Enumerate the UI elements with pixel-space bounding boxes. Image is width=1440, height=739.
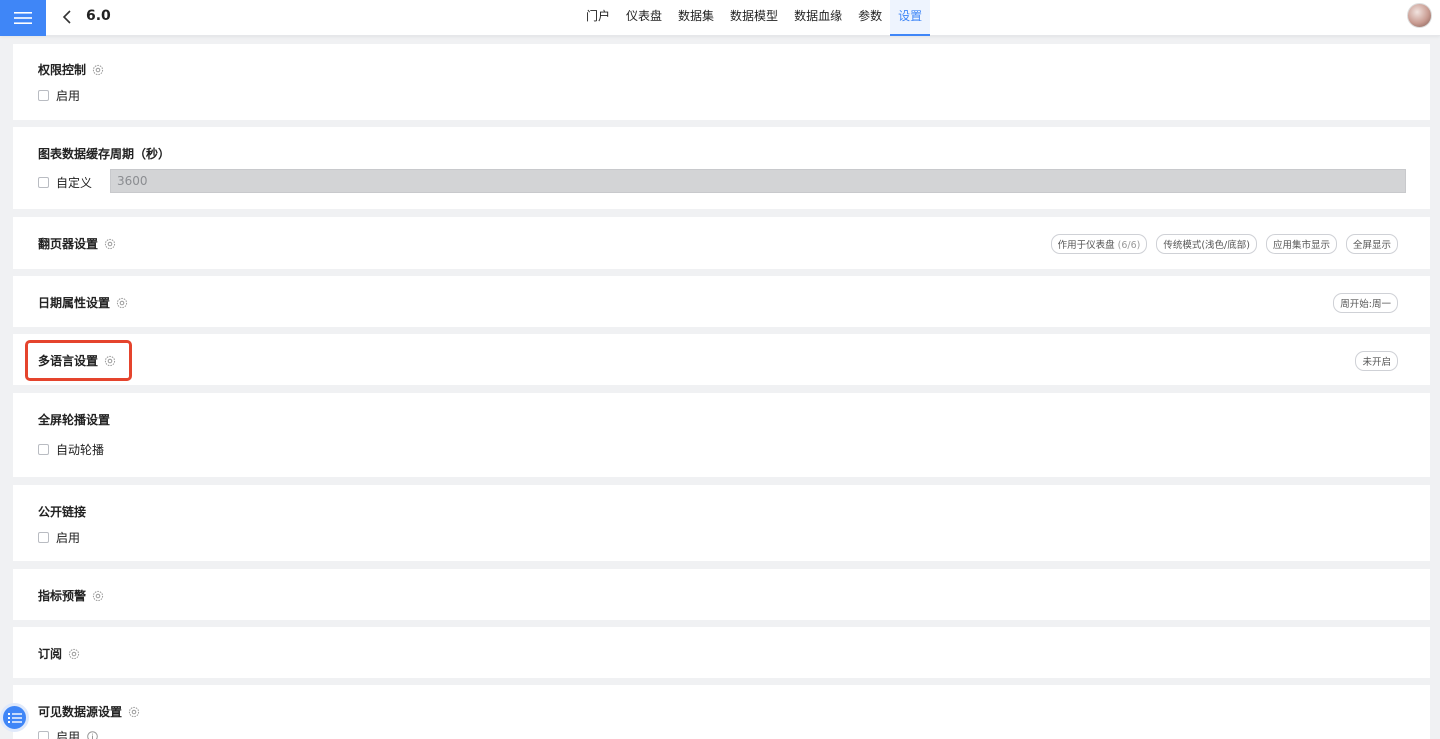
checkbox[interactable] bbox=[38, 731, 49, 739]
date-title: 日期属性设置 bbox=[38, 296, 111, 310]
subscribe-card: 订阅 bbox=[13, 627, 1430, 678]
pager-card: 翻页器设置 作用于仪表盘 (6/6) 传统模式(浅色/底部) 应用集市显示 全屏… bbox=[13, 217, 1430, 269]
pager-tags: 作用于仪表盘 (6/6) 传统模式(浅色/底部) 应用集市显示 全屏显示 bbox=[1050, 234, 1398, 254]
alert-title: 指标预警 bbox=[38, 589, 87, 603]
permission-card: 权限控制 启用 bbox=[13, 44, 1430, 120]
nav-dataset[interactable]: 数据集 bbox=[670, 0, 722, 36]
checkbox[interactable] bbox=[38, 90, 49, 101]
gear-icon[interactable] bbox=[68, 648, 80, 660]
carousel-card: 全屏轮播设置 自动轮播 bbox=[13, 393, 1430, 477]
public-link-title: 公开链接 bbox=[38, 505, 87, 519]
hamburger-icon bbox=[14, 12, 32, 24]
menu-button[interactable] bbox=[0, 0, 46, 36]
public-link-card: 公开链接 启用 bbox=[13, 485, 1430, 561]
alert-card: 指标预警 bbox=[13, 569, 1430, 620]
checkbox-label: 启用 bbox=[56, 730, 81, 739]
gear-icon[interactable] bbox=[92, 64, 104, 76]
tag-apply-dashboard[interactable]: 作用于仪表盘 (6/6) bbox=[1050, 234, 1148, 254]
floating-menu-button[interactable] bbox=[0, 703, 29, 732]
checkbox-label: 启用 bbox=[56, 89, 81, 103]
permission-enable-checkbox[interactable]: 启用 bbox=[38, 87, 80, 104]
datasource-enable-checkbox[interactable]: 启用 bbox=[38, 728, 98, 739]
public-link-enable-checkbox[interactable]: 启用 bbox=[38, 529, 80, 546]
checkbox[interactable] bbox=[38, 532, 49, 543]
date-tags: 周开始:周一 bbox=[1333, 293, 1398, 313]
nav-dashboard[interactable]: 仪表盘 bbox=[618, 0, 670, 36]
datasource-card: 可见数据源设置 启用 bbox=[13, 685, 1430, 739]
carousel-auto-checkbox[interactable]: 自动轮播 bbox=[38, 441, 104, 458]
tag-language-status[interactable]: 未开启 bbox=[1355, 351, 1398, 371]
language-tags: 未开启 bbox=[1355, 351, 1398, 371]
nav-settings[interactable]: 设置 bbox=[890, 0, 931, 36]
permission-title: 权限控制 bbox=[38, 63, 87, 77]
checkbox[interactable] bbox=[38, 177, 49, 188]
top-bar: 6.0 门户 仪表盘 数据集 数据模型 数据血缘 参数 设置 bbox=[0, 0, 1440, 36]
cache-title: 图表数据缓存周期（秒） bbox=[38, 147, 171, 161]
top-nav: 门户 仪表盘 数据集 数据模型 数据血缘 参数 设置 bbox=[578, 0, 931, 36]
gear-icon[interactable] bbox=[128, 706, 140, 718]
avatar[interactable] bbox=[1407, 3, 1432, 28]
tag-app-market[interactable]: 应用集市显示 bbox=[1265, 234, 1337, 254]
info-icon[interactable] bbox=[87, 731, 98, 739]
carousel-title: 全屏轮播设置 bbox=[38, 413, 111, 427]
language-card: 多语言设置 未开启 bbox=[13, 334, 1430, 385]
list-icon bbox=[7, 712, 22, 723]
date-card: 日期属性设置 周开始:周一 bbox=[13, 276, 1430, 327]
nav-data-lineage[interactable]: 数据血缘 bbox=[786, 0, 850, 36]
cache-seconds-input[interactable]: 3600 bbox=[110, 169, 1406, 193]
pager-title: 翻页器设置 bbox=[38, 237, 99, 251]
nav-portal[interactable]: 门户 bbox=[578, 0, 618, 36]
highlight-box bbox=[25, 340, 132, 381]
cache-custom-checkbox[interactable]: 自定义 bbox=[38, 174, 92, 191]
gear-icon[interactable] bbox=[92, 590, 104, 602]
subscribe-title: 订阅 bbox=[38, 647, 63, 661]
tag-fullscreen[interactable]: 全屏显示 bbox=[1345, 234, 1398, 254]
gear-icon[interactable] bbox=[104, 238, 116, 250]
tag-traditional-mode[interactable]: 传统模式(浅色/底部) bbox=[1156, 234, 1257, 254]
gear-icon[interactable] bbox=[116, 297, 128, 309]
nav-parameters[interactable]: 参数 bbox=[850, 0, 890, 36]
tag-week-start[interactable]: 周开始:周一 bbox=[1333, 293, 1398, 313]
checkbox-label: 启用 bbox=[56, 531, 81, 545]
datasource-title: 可见数据源设置 bbox=[38, 705, 123, 719]
checkbox-label: 自定义 bbox=[56, 176, 93, 190]
cache-card: 图表数据缓存周期（秒） 自定义 3600 bbox=[13, 127, 1430, 209]
checkbox-label: 自动轮播 bbox=[56, 443, 105, 457]
checkbox[interactable] bbox=[38, 444, 49, 455]
nav-data-model[interactable]: 数据模型 bbox=[722, 0, 786, 36]
back-button[interactable] bbox=[58, 6, 76, 28]
app-title: 6.0 bbox=[86, 8, 111, 24]
chevron-left-icon bbox=[62, 10, 71, 24]
